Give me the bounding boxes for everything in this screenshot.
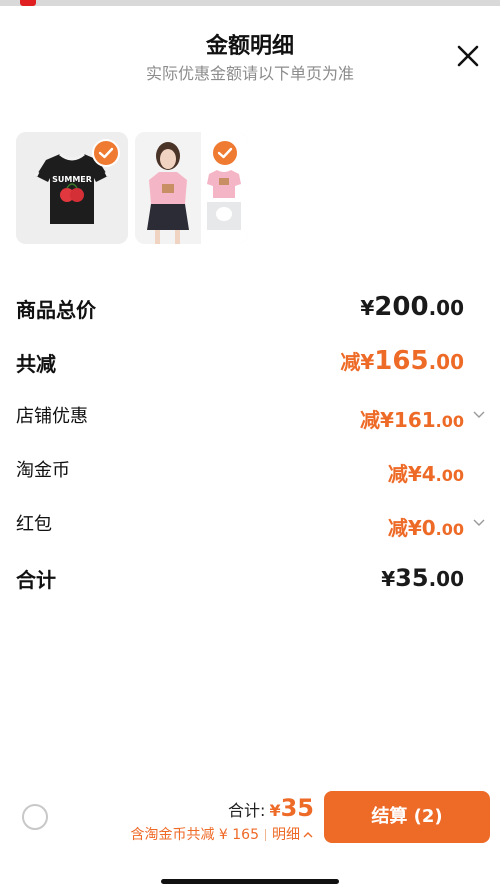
goods-total-value: ¥200.00	[360, 292, 464, 322]
status-bar-strip	[0, 0, 500, 6]
red-packet-label: 红包	[16, 514, 52, 535]
chevron-down-icon[interactable]	[472, 515, 486, 529]
page-title: 金额明细	[205, 34, 294, 59]
status-bar-dot	[20, 0, 36, 6]
coins-label: 淘金币	[16, 460, 70, 481]
checkout-bar: 合计: ¥35 含淘金币共减 ¥ 165 明细 结算 (2)	[0, 782, 500, 852]
saving-text: 含淘金币共减 ¥ 165	[130, 827, 259, 843]
bottom-total-amount: 35	[280, 794, 314, 822]
settle-button[interactable]: 结算 (2)	[324, 791, 490, 843]
product-thumbnail-pink-tshirt[interactable]	[135, 132, 247, 244]
product-thumbnail-black-tshirt[interactable]: SUMMER	[16, 132, 128, 244]
grand-total-value: ¥35.00	[381, 564, 464, 592]
tshirt-print-text: SUMMER	[52, 175, 92, 184]
home-indicator	[161, 879, 339, 884]
selected-check-icon[interactable]	[211, 139, 239, 167]
saving-summary: 含淘金币共减 ¥ 165 明细	[130, 824, 314, 844]
grand-total-label: 合计	[16, 568, 56, 592]
selected-check-icon[interactable]	[92, 139, 120, 167]
chevron-up-icon[interactable]	[302, 830, 314, 840]
bottom-total: 合计: ¥35	[228, 794, 314, 822]
total-reduce-label: 共减	[16, 352, 56, 376]
detail-link[interactable]: 明细	[272, 827, 300, 843]
close-icon[interactable]	[452, 40, 484, 72]
shop-discount-value: 减¥161.00	[359, 408, 464, 432]
chevron-down-icon[interactable]	[472, 407, 486, 421]
page-subtitle: 实际优惠金额请以下单页为准	[145, 64, 354, 83]
bottom-total-label: 合计:	[228, 801, 266, 820]
select-all-radio[interactable]	[22, 804, 48, 830]
coins-value: 减¥4.00	[387, 462, 464, 486]
divider	[265, 829, 266, 841]
total-reduce-value: 减¥165.00	[340, 346, 464, 376]
shop-discount-label: 店铺优惠	[16, 406, 88, 427]
red-packet-value: 减¥0.00	[387, 516, 464, 540]
bottom-total-currency: ¥	[269, 801, 281, 820]
goods-total-label: 商品总价	[16, 298, 96, 322]
